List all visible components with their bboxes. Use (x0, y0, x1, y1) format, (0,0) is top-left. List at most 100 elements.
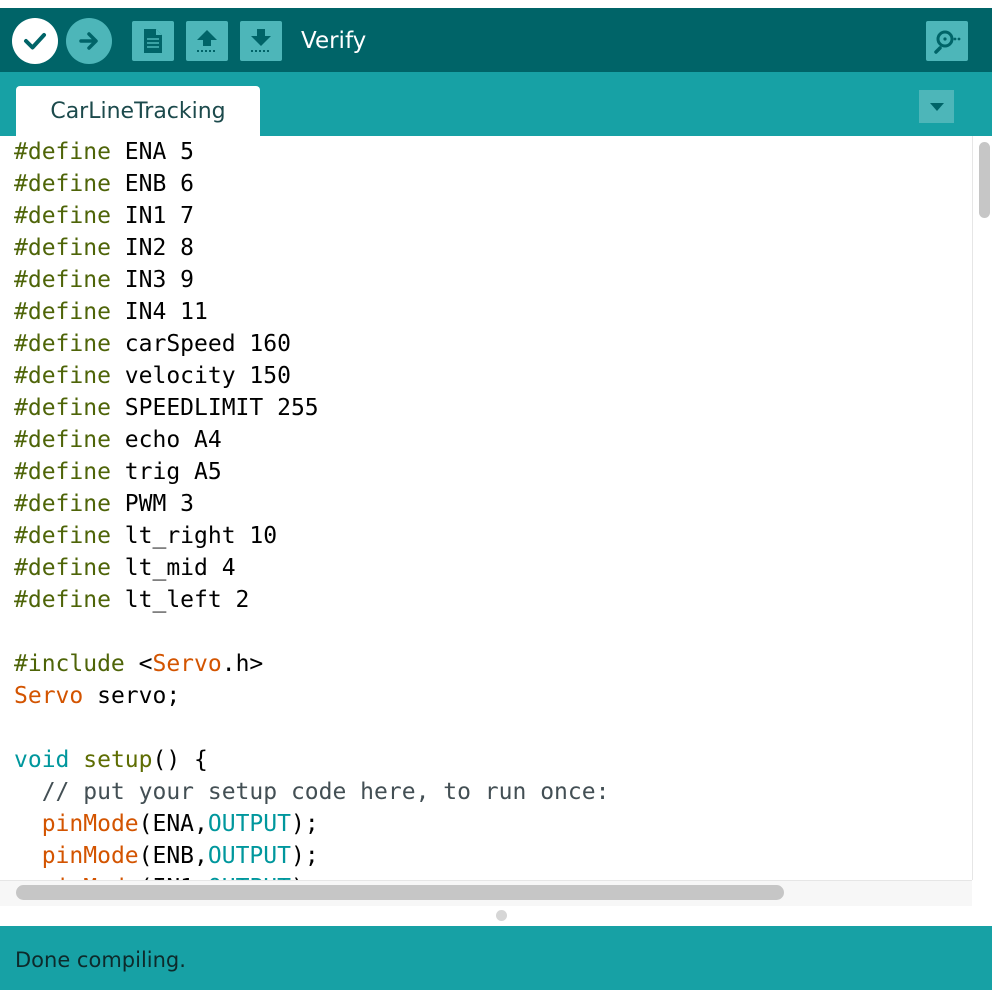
code-line[interactable]: #define trig A5 (14, 456, 609, 488)
code-token: OUTPUT (207, 811, 291, 837)
code-line[interactable]: pinMode(ENA,OUTPUT); (14, 808, 609, 840)
code-token: #define (14, 427, 111, 453)
verify-button[interactable] (12, 18, 58, 64)
code-line[interactable]: pinMode(IN1,OUTPUT); (14, 872, 609, 880)
code-token: < (124, 651, 153, 677)
code-token: lt_mid 4 (110, 555, 236, 581)
code-token: servo; (83, 683, 181, 709)
arrow-down-icon (251, 29, 271, 52)
code-token: // put your setup code here, to run once… (14, 779, 610, 805)
window-top-edge (0, 0, 992, 8)
code-token: IN1 7 (110, 203, 195, 229)
toolbar: Verify (0, 8, 992, 72)
code-line[interactable]: // put your setup code here, to run once… (14, 776, 610, 808)
code-token: #define (14, 139, 111, 165)
code-token: IN2 8 (110, 235, 195, 261)
new-button[interactable] (132, 21, 174, 61)
code-line[interactable]: #define IN3 9 (14, 264, 609, 296)
code-line[interactable]: Servo servo; (14, 680, 609, 712)
arrow-up-icon (197, 30, 217, 52)
code-line[interactable]: #define echo A4 (14, 424, 609, 456)
code-line[interactable]: #define IN2 8 (14, 232, 609, 264)
open-button[interactable] (186, 21, 228, 61)
code-token: OUTPUT (207, 843, 291, 869)
code-token: carSpeed 160 (110, 331, 291, 357)
code-token: Servo (152, 651, 222, 677)
code-token: echo A4 (110, 427, 222, 453)
code-line[interactable]: #define velocity 150 (14, 360, 609, 392)
code-token: lt_right 10 (110, 523, 278, 549)
code-line[interactable] (14, 712, 609, 744)
code-line[interactable]: #include <Servo.h> (14, 648, 609, 680)
vertical-scrollbar-thumb[interactable] (979, 142, 990, 218)
horizontal-scrollbar-thumb[interactable] (16, 885, 784, 900)
code-token: #define (14, 203, 111, 229)
code-line[interactable]: #define lt_left 2 (14, 584, 609, 616)
code-token: #define (14, 491, 111, 517)
code-token: (ENB, (138, 843, 208, 869)
code-token: ENB 6 (110, 171, 195, 197)
divider-handle[interactable] (496, 910, 507, 921)
code-token: #define (14, 235, 111, 261)
status-message: Done compiling. (15, 948, 186, 972)
code-text[interactable]: #define ENA 5 #define ENB 6 #define IN1 7 #… (14, 136, 609, 880)
code-token: #define (14, 587, 111, 613)
code-token: .h> (221, 651, 264, 677)
triangle-down-icon (929, 102, 944, 111)
code-line[interactable]: #define SPEEDLIMIT 255 (14, 392, 609, 424)
code-line[interactable]: #define IN1 7 (14, 200, 609, 232)
code-token: #define (14, 395, 111, 421)
code-line[interactable]: #define lt_mid 4 (14, 552, 609, 584)
code-token: pinMode (41, 843, 139, 869)
code-line[interactable]: #define lt_right 10 (14, 520, 609, 552)
tab-label: CarLineTracking (50, 98, 226, 124)
code-token: #define (14, 555, 111, 581)
code-line[interactable]: void setup() { (14, 744, 609, 776)
save-button[interactable] (240, 21, 282, 61)
code-token: () { (152, 747, 208, 773)
code-token: PWM 3 (110, 491, 195, 517)
tab-bar: CarLineTracking (0, 72, 992, 136)
code-token: ); (290, 843, 319, 869)
code-line[interactable]: pinMode(ENB,OUTPUT); (14, 840, 609, 872)
code-token: IN3 9 (110, 267, 195, 293)
vertical-scrollbar[interactable] (972, 136, 992, 880)
code-token: void (14, 747, 70, 773)
code-token: Servo (14, 683, 84, 709)
code-line[interactable]: #define ENA 5 (14, 136, 609, 168)
code-token: trig A5 (110, 459, 222, 485)
code-token: #define (14, 267, 111, 293)
code-token: pinMode (41, 811, 139, 837)
serial-monitor-button[interactable] (926, 21, 968, 61)
tab-carlinetracking[interactable]: CarLineTracking (16, 86, 260, 136)
code-token: #define (14, 459, 111, 485)
status-bar: Done compiling. (0, 926, 992, 990)
toolbar-hover-label: Verify (301, 28, 367, 54)
check-icon (24, 33, 46, 50)
magnifier-icon (934, 30, 961, 54)
code-token: lt_left 2 (110, 587, 250, 613)
code-token: #define (14, 363, 111, 389)
code-token: (ENA, (138, 811, 208, 837)
code-token: #define (14, 523, 111, 549)
arrow-right-icon (79, 32, 98, 50)
code-token: IN4 11 (110, 299, 208, 325)
code-token: #define (14, 171, 111, 197)
code-token: ); (290, 811, 319, 837)
code-line[interactable] (14, 616, 609, 648)
code-token: velocity 150 (110, 363, 291, 389)
code-line[interactable]: #define carSpeed 160 (14, 328, 609, 360)
code-token: #define (14, 331, 111, 357)
code-token: SPEEDLIMIT 255 (110, 395, 319, 421)
code-token: setup (83, 747, 153, 773)
upload-button[interactable] (66, 18, 112, 64)
code-line[interactable]: #define IN4 11 (14, 296, 609, 328)
code-editor[interactable]: #define ENA 5 #define ENB 6 #define IN1 7 #… (0, 136, 992, 880)
code-line[interactable]: #define ENB 6 (14, 168, 609, 200)
code-token: #define (14, 299, 111, 325)
tab-menu-button[interactable] (919, 90, 954, 123)
code-line[interactable]: #define PWM 3 (14, 488, 609, 520)
